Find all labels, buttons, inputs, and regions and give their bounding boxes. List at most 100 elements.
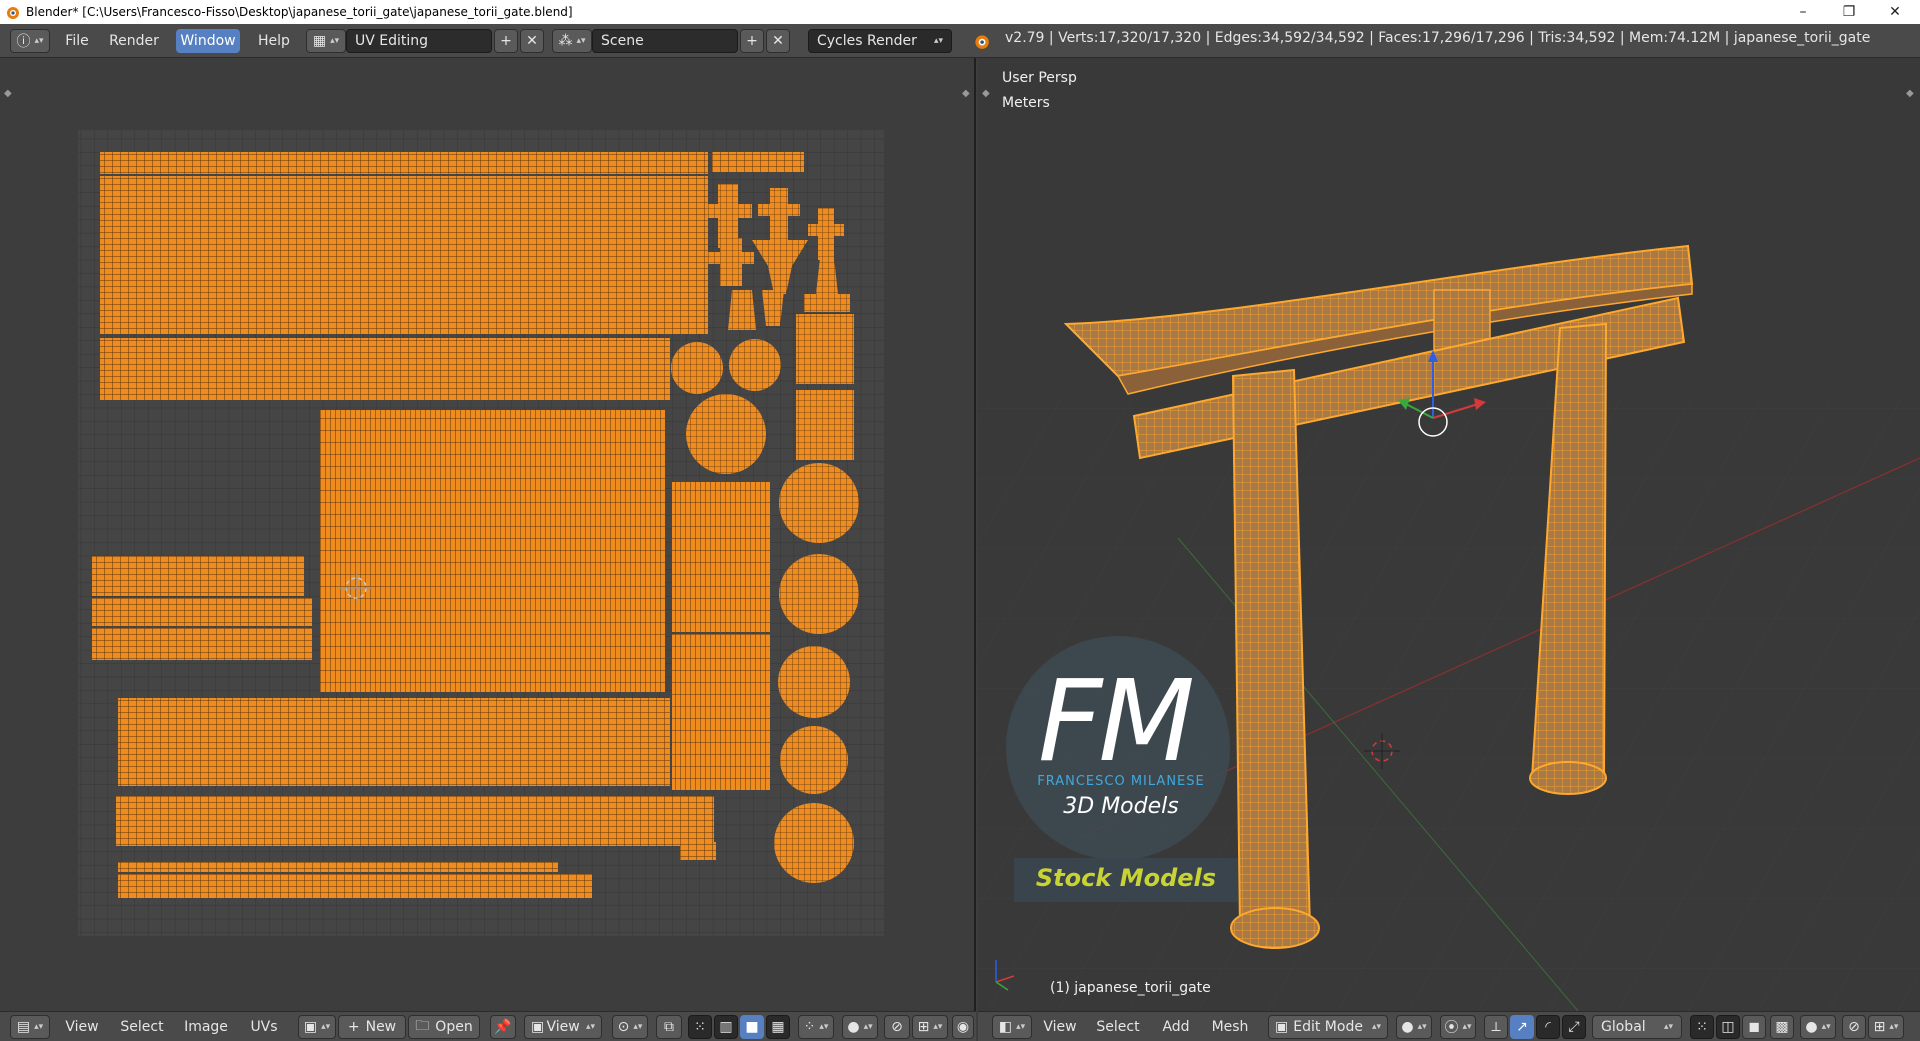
minimize-button[interactable]: – [1780,0,1826,24]
uv-image-editor[interactable]: ◆ ◆ [0,58,976,1011]
window-title: Blender* [C:\Users\Francesco-Fisso\Deskt… [26,5,573,19]
interaction-mode-dropdown[interactable]: ▣ Edit Mode ▴▾ [1268,1015,1388,1039]
face-select-button[interactable]: ■ [740,1015,764,1039]
render-engine-dropdown[interactable]: Cycles Render ▴▾ [808,29,952,53]
uv-menu-uvs[interactable]: UVs [244,1015,284,1039]
add-screen-button[interactable]: + [494,29,518,53]
maximize-button[interactable]: ❐ [1826,0,1872,24]
vertex-select-button[interactable]: ⁙ [688,1015,712,1039]
menu-file[interactable]: File [60,29,94,53]
scene-selector-button[interactable]: ⁂ ▴▾ [552,29,592,53]
browse-image-button[interactable]: ▣ ▴▾ [298,1015,336,1039]
viewport-shading-dropdown[interactable]: ● ▴▾ [1396,1015,1432,1039]
pin-button[interactable]: 📌 [490,1015,516,1039]
translate-manipulator-button[interactable]: ↗ [1510,1015,1534,1039]
render-preview-icon: ◉ [956,1019,970,1035]
snap-element-dropdown[interactable]: ⊞ ▴▾ [912,1015,948,1039]
vertex-select-icon: ⁙ [694,1019,706,1035]
properties-toggle-icon[interactable]: ◆ [1906,88,1914,99]
toolshelf-toggle-icon[interactable]: ◆ [4,88,12,99]
face-select-button[interactable]: ◼ [1742,1015,1766,1039]
interaction-mode-value: Edit Mode [1293,1019,1363,1035]
vertex-select-icon: ⁙ [1696,1019,1708,1035]
plus-icon: + [347,1019,360,1035]
arrow-icon: ↗ [1516,1019,1528,1035]
remove-screen-button[interactable]: ✕ [520,29,544,53]
scale-manipulator-button[interactable]: ⤢ [1562,1015,1586,1039]
3d-menu-select[interactable]: Select [1092,1015,1144,1039]
menu-render[interactable]: Render [106,29,162,53]
3d-menu-view[interactable]: View [1040,1015,1080,1039]
sync-selection-button[interactable]: ⧉ [656,1015,682,1039]
new-image-button[interactable]: + New [338,1015,406,1039]
sticky-icon: ⁘ [803,1019,816,1035]
scene-field[interactable]: Scene [592,29,738,53]
editor-type-info-button[interactable]: ⓘ ▴▾ [10,29,50,53]
manipulator-toggle-button[interactable]: ⟂ [1484,1015,1508,1039]
uv-misc-button[interactable]: ◉ [952,1015,974,1039]
transform-orientation-dropdown[interactable]: Global ▴▾ [1592,1015,1682,1039]
toolshelf-toggle-icon[interactable]: ◆ [982,88,990,99]
uv-mode-dropdown[interactable]: ▣ View ▴▾ [524,1015,602,1039]
editor-type-3d-button[interactable]: ◧ ▴▾ [992,1015,1032,1039]
plus-icon: + [746,33,758,49]
edit-mode-icon: ▣ [1275,1019,1289,1035]
add-scene-button[interactable]: + [740,29,764,53]
snap-element-dropdown[interactable]: ⊞ ▴▾ [1868,1015,1904,1039]
properties-toggle-icon[interactable]: ◆ [962,88,970,99]
uv-mode-value: View [546,1019,580,1035]
3d-menu-mesh[interactable]: Mesh [1206,1015,1254,1039]
remove-scene-button[interactable]: ✕ [766,29,790,53]
uv-canvas[interactable] [0,58,976,1011]
limit-selection-button[interactable]: ▩ [1770,1015,1794,1039]
3d-view-icon: ◧ [998,1019,1013,1035]
proportional-edit-dropdown[interactable]: ● ▴▾ [842,1015,878,1039]
screen-layout-field[interactable]: UV Editing [346,29,492,53]
menu-help[interactable]: Help [254,29,294,53]
3d-viewport[interactable]: User Persp Meters (1) japanese_torii_gat… [427,58,1920,1012]
scale-icon: ⤢ [1568,1019,1580,1035]
view-perspective-label: User Persp [1002,70,1077,86]
snap-increment-icon: ⊞ [1873,1019,1886,1035]
close-button[interactable]: ✕ [1872,0,1918,24]
snap-toggle-button[interactable]: ⊘ [884,1015,910,1039]
pivot-point-dropdown[interactable]: ⦿ ▴▾ [1440,1015,1476,1039]
watermark-letters: FM [1038,666,1195,778]
edge-select-button[interactable]: ◫ [1716,1015,1740,1039]
x-icon: ✕ [526,33,538,49]
snap-toggle-button[interactable]: ⊘ [1842,1015,1866,1039]
editor-type-uv-button[interactable]: ▤ ▴▾ [10,1015,50,1039]
manipulator-icon: ⟂ [1491,1019,1501,1035]
island-select-button[interactable]: ▦ [766,1015,790,1039]
rotate-manipulator-button[interactable]: ◜ [1536,1015,1560,1039]
watermark-fm: FM [1038,657,1195,787]
watermark-stock: Stock Models [1035,864,1217,892]
vertex-select-button[interactable]: ⁙ [1690,1015,1714,1039]
uv-menu-select[interactable]: Select [116,1015,168,1039]
units-label: Meters [1002,95,1050,111]
rotate-icon: ◜ [1545,1019,1551,1035]
open-image-button[interactable]: 🗀 Open [408,1015,480,1039]
pivot-dropdown[interactable]: ⊙ ▴▾ [612,1015,648,1039]
snap-grid-icon: ⊞ [917,1019,930,1035]
open-image-label: Open [435,1019,473,1035]
proportional-icon: ● [847,1019,860,1035]
window-titlebar: Blender* [C:\Users\Francesco-Fisso\Deskt… [0,0,1920,24]
3d-menu-add[interactable]: Add [1156,1015,1196,1039]
sticky-select-dropdown[interactable]: ⁘ ▴▾ [798,1015,834,1039]
x-icon: ✕ [772,33,784,49]
scene-icon: ⁂ [558,33,573,49]
edge-select-button[interactable]: ▥ [714,1015,738,1039]
transform-orientation-value: Global [1601,1019,1646,1035]
magnet-icon: ⊘ [1848,1019,1860,1035]
pivot-icon: ⊙ [617,1019,630,1035]
blender-logo-icon [7,7,19,19]
scene-stats: v2.79 | Verts:17,320/17,320 | Edges:34,5… [1005,30,1871,46]
menu-window[interactable]: Window [176,29,240,53]
magnet-icon: ⊘ [891,1019,903,1035]
uv-menu-image[interactable]: Image [180,1015,232,1039]
proportional-edit-dropdown[interactable]: ● ▴▾ [1800,1015,1836,1039]
uv-menu-view[interactable]: View [62,1015,102,1039]
screen-layout-selector-button[interactable]: ▦ ▴▾ [306,29,346,53]
watermark-brand: FRANCESCO MILANESE [1037,774,1205,789]
